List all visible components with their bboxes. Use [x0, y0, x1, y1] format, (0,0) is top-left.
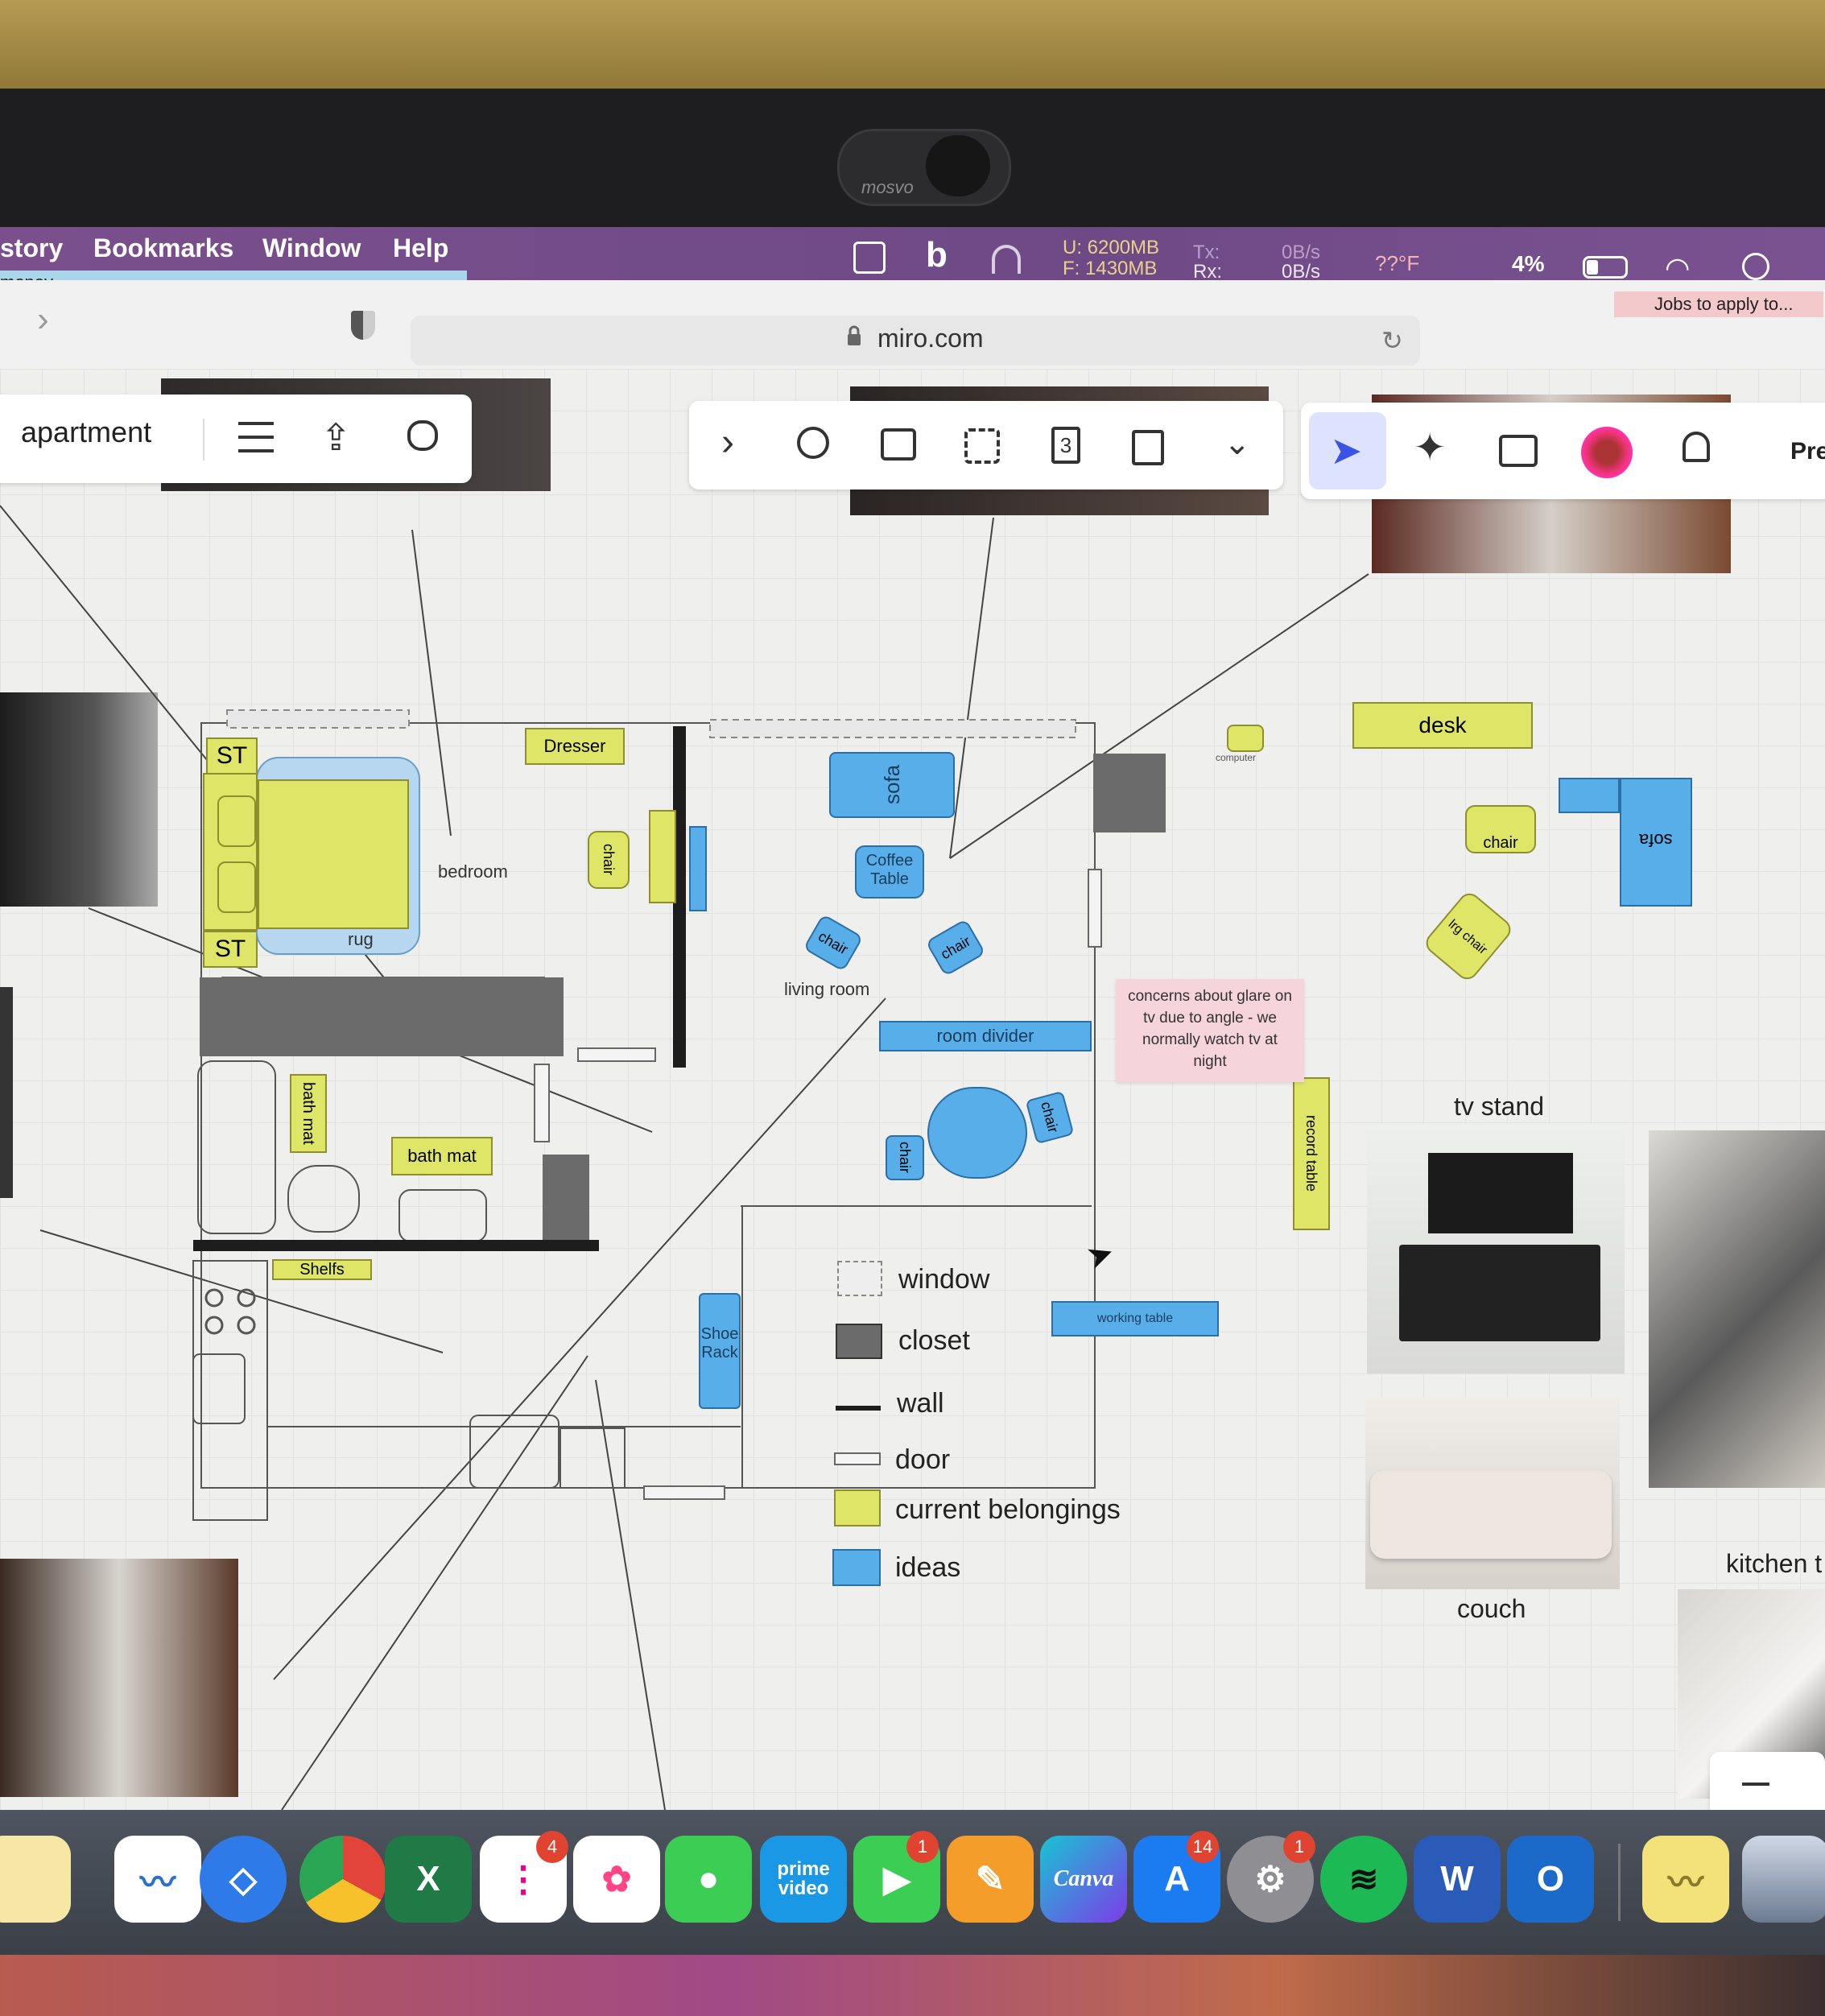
sofa[interactable]: sofa: [829, 752, 955, 818]
living-room-label: living room: [784, 979, 870, 999]
pillow-top: [217, 795, 256, 847]
desk[interactable]: desk: [1352, 702, 1533, 749]
dining-chair-left[interactable]: chair: [886, 1135, 924, 1180]
prime-video-app-icon[interactable]: prime video: [760, 1836, 847, 1923]
tv-icon: [1428, 1153, 1573, 1233]
menu-bookmarks[interactable]: Bookmarks: [93, 233, 233, 263]
photos-app-icon[interactable]: ✿: [573, 1836, 660, 1923]
safari-app-icon[interactable]: ◇: [200, 1836, 287, 1923]
arc-menu-icon[interactable]: [992, 245, 1021, 274]
tv-console-icon: [1399, 1245, 1600, 1341]
bing-icon[interactable]: b: [926, 235, 948, 275]
record-table[interactable]: record table: [1293, 1077, 1330, 1230]
webcam-slider: [926, 135, 990, 196]
spotify-app-icon[interactable]: ≋: [1320, 1836, 1407, 1923]
sofa-right-label: sofa: [1639, 830, 1673, 850]
legend-ideas: ideas: [895, 1552, 961, 1583]
forward-icon[interactable]: ›: [37, 300, 49, 340]
legend-ideas-swatch: [832, 1549, 881, 1586]
menu-history[interactable]: story: [0, 233, 63, 263]
computer-label: computer: [1216, 752, 1257, 763]
room-divider[interactable]: room divider: [879, 1021, 1092, 1051]
dining-table[interactable]: [927, 1087, 1027, 1179]
couch-photo[interactable]: [1365, 1398, 1620, 1589]
reminders-badge: 4: [536, 1831, 568, 1863]
working-table[interactable]: working table: [1051, 1301, 1219, 1336]
side-table-top[interactable]: ST: [206, 737, 258, 775]
preview-app-icon[interactable]: [1742, 1836, 1825, 1923]
chrome-app-icon[interactable]: [299, 1836, 386, 1923]
outlook-menu-icon[interactable]: [853, 242, 886, 274]
facetime-badge: 1: [906, 1831, 939, 1863]
settings-badge: 1: [1283, 1831, 1315, 1863]
legend-closet: closet: [898, 1325, 970, 1356]
bedroom-chair[interactable]: chair: [588, 831, 630, 889]
sofa-right-arm[interactable]: [1559, 778, 1620, 813]
lock-icon: [847, 325, 861, 346]
computer[interactable]: [1227, 725, 1264, 752]
memory-used: U: 6200MB: [1063, 237, 1160, 258]
memory-free: F: 1430MB: [1063, 258, 1158, 279]
menu-help[interactable]: Help: [393, 233, 448, 263]
legend-belongings-swatch: [834, 1489, 881, 1526]
bed[interactable]: [258, 779, 409, 929]
couch-label: couch: [1457, 1594, 1526, 1623]
kitchen-label: kitchen t: [1726, 1549, 1823, 1578]
legend-current-belongings: current belongings: [895, 1494, 1121, 1525]
bath-mat-vertical[interactable]: bath mat: [290, 1074, 327, 1153]
legend-closet-swatch: [836, 1324, 882, 1359]
menu-window[interactable]: Window: [262, 233, 361, 263]
app-store-badge: 14: [1187, 1831, 1219, 1863]
sofa-right[interactable]: sofa: [1620, 778, 1692, 907]
living-room-photo[interactable]: [1649, 1130, 1825, 1488]
laptop-bottom-edge: [0, 1955, 1825, 2016]
tv-stand-label: tv stand: [1454, 1092, 1545, 1121]
canva-app-icon[interactable]: Canva: [1040, 1836, 1127, 1923]
coffee-table[interactable]: Coffee Table: [855, 845, 924, 899]
legend-window: window: [898, 1264, 990, 1295]
word-app-icon[interactable]: W: [1414, 1836, 1501, 1923]
webcam-cover-label: mosvo: [861, 177, 914, 197]
notes-app-icon[interactable]: [0, 1836, 71, 1923]
shelfs[interactable]: Shelfs: [272, 1259, 372, 1280]
stickies-app-icon[interactable]: 〰: [1642, 1836, 1729, 1923]
pages-app-icon[interactable]: ✎: [947, 1836, 1034, 1923]
bedroom-label: bedroom: [438, 861, 508, 882]
time-machine-icon[interactable]: [1742, 253, 1769, 280]
bedroom-tall-shelf[interactable]: [649, 810, 676, 903]
dresser[interactable]: Dresser: [525, 728, 625, 765]
battery-icon[interactable]: [1583, 256, 1628, 279]
notification-banner[interactable]: Jobs to apply to...: [1614, 291, 1823, 317]
zoom-out-icon[interactable]: [1742, 1783, 1769, 1786]
bath-mat[interactable]: bath mat: [391, 1137, 493, 1175]
tv-stand-photo[interactable]: [1367, 1124, 1625, 1374]
dock-divider: [1618, 1844, 1621, 1921]
bedroom-idea-strip[interactable]: [689, 826, 707, 911]
privacy-shield-icon[interactable]: [351, 311, 375, 340]
rug-label: rug: [348, 929, 374, 949]
outlook-app-icon[interactable]: O: [1507, 1836, 1594, 1923]
pillow-bottom: [217, 861, 256, 913]
battery-percent: 4%: [1512, 251, 1545, 276]
legend-window-swatch: [837, 1261, 882, 1296]
legend-wall-swatch: [836, 1406, 881, 1411]
sofa-label: sofa: [880, 764, 904, 804]
side-table-bottom[interactable]: ST: [203, 931, 258, 968]
freeform-app-icon[interactable]: 〰: [114, 1836, 201, 1923]
excel-app-icon[interactable]: X: [385, 1836, 472, 1923]
reload-icon[interactable]: ↻: [1381, 325, 1403, 356]
legend-door: door: [895, 1444, 951, 1475]
sticky-note-glare[interactable]: concerns about glare on tv due to angle …: [1116, 979, 1304, 1082]
temperature: ??°F: [1375, 251, 1420, 275]
couch-icon: [1370, 1470, 1612, 1559]
legend-wall: wall: [897, 1388, 944, 1419]
shoe-rack[interactable]: Shoe Rack: [699, 1293, 741, 1409]
desk-chair[interactable]: chair: [1465, 805, 1536, 853]
floorplan-walls: [192, 709, 1166, 1521]
legend-door-swatch: [834, 1452, 881, 1465]
messages-app-icon[interactable]: ●: [665, 1836, 752, 1923]
url-text: miro.com: [877, 324, 984, 353]
